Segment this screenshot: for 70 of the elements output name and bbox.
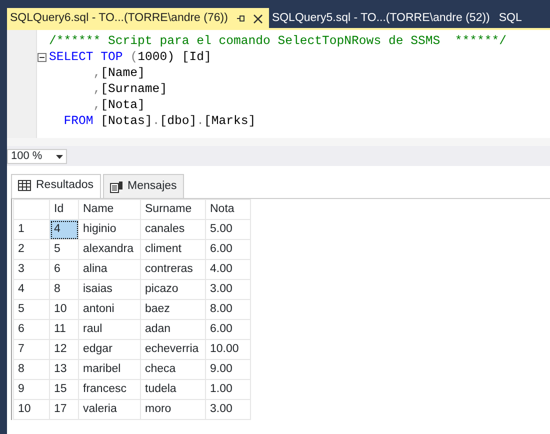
results-tab[interactable]: Resultados	[11, 174, 101, 198]
table-cell: baez	[140, 300, 206, 320]
row-number: 3	[14, 260, 50, 280]
zoom-dropdown[interactable]: 100 %	[7, 149, 67, 164]
table-cell: alina	[78, 260, 140, 280]
table-cell: edgar	[78, 340, 140, 360]
table-cell: picazo	[140, 280, 206, 300]
table-cell: francesc	[78, 380, 140, 400]
table-cell: 13	[50, 360, 78, 380]
table-cell: contreras	[140, 260, 206, 280]
code-line: /****** Script para el comando SelectTopNRows de SSMS ******/	[49, 33, 507, 49]
table-cell: 6.00	[206, 320, 250, 340]
code-line: SELECT TOP (1000) [Id]	[49, 49, 212, 65]
pin-icon[interactable]	[236, 14, 245, 23]
table-cell: 10.00	[206, 340, 250, 360]
table-cell: 6	[50, 260, 78, 280]
column-header[interactable]: Name	[78, 200, 140, 220]
table-cell: canales	[140, 220, 206, 240]
table-cell: adan	[140, 320, 206, 340]
table-cell: maribel	[78, 360, 140, 380]
column-header[interactable]: Nota	[206, 200, 250, 220]
code-line: ,[Surname]	[92, 81, 168, 97]
row-number: 9	[14, 380, 50, 400]
document-tab[interactable]: SQLQuery6.sql - TO...(TORRE\andre (76))	[7, 8, 269, 28]
table-cell: tudela	[140, 380, 206, 400]
table-cell: 5	[50, 240, 78, 260]
document-tab[interactable]: SQL	[496, 8, 528, 28]
table-cell: 10	[50, 300, 78, 320]
table-cell: alexandra	[78, 240, 140, 260]
table-cell: 5.00	[206, 220, 250, 240]
table-cell: climent	[140, 240, 206, 260]
column-header[interactable]: Surname	[140, 200, 206, 220]
code-line: ,[Nota]	[92, 97, 145, 113]
table-cell: 3.00	[206, 280, 250, 300]
code-line: ,[Name]	[92, 65, 145, 81]
results-tab[interactable]: Mensajes	[102, 174, 184, 198]
table-cell: higinio	[78, 220, 140, 240]
table-cell: raul	[78, 320, 140, 340]
table-cell: 17	[50, 400, 78, 420]
caret-icon	[56, 154, 63, 158]
table-cell: 8.00	[206, 300, 250, 320]
table-cell: 9.00	[206, 360, 250, 380]
grid-icon	[18, 180, 31, 192]
table-cell: moro	[140, 400, 206, 420]
table-cell: isaias	[78, 280, 140, 300]
row-number: 6	[14, 320, 50, 340]
table-cell: valeria	[78, 400, 140, 420]
table-cell: antoni	[78, 300, 140, 320]
table-cell: 6.00	[206, 240, 250, 260]
row-number: 2	[14, 240, 50, 260]
code-line: FROM [Notas].[dbo].[Marks]	[62, 113, 256, 129]
row-number: 7	[14, 340, 50, 360]
table-cell: 1.00	[206, 380, 250, 400]
row-number: 4	[14, 280, 50, 300]
row-number: 5	[14, 300, 50, 320]
table-cell: 11	[50, 320, 78, 340]
table-cell: checa	[140, 360, 206, 380]
table-cell: echeverria	[140, 340, 206, 360]
table-cell: 8	[50, 280, 78, 300]
table-cell: 4.00	[206, 260, 250, 280]
table-cell: 15	[50, 380, 78, 400]
document-tab[interactable]: SQLQuery5.sql - TO...(TORRE\andre (52))	[268, 8, 496, 28]
table-cell: 4	[50, 220, 78, 240]
close-icon[interactable]	[252, 14, 263, 24]
table-cell: 12	[50, 340, 78, 360]
row-number: 8	[14, 360, 50, 380]
document-icon	[110, 180, 123, 193]
row-number: 10	[14, 400, 50, 420]
table-cell: 3.00	[206, 400, 250, 420]
collapse-icon[interactable]	[37, 52, 47, 62]
